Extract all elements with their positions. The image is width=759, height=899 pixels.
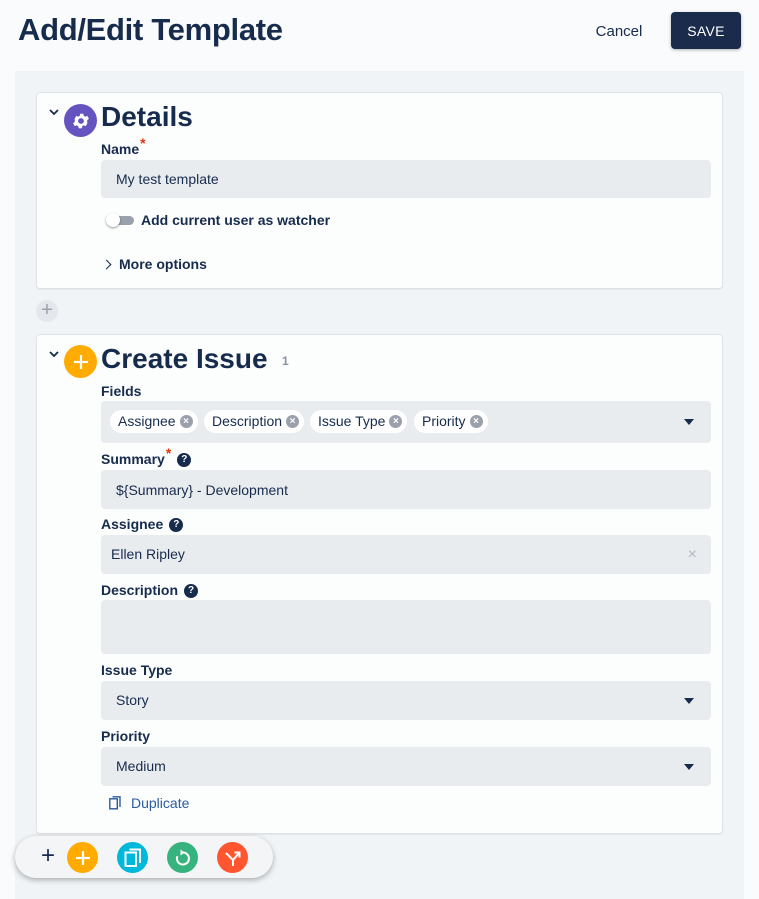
refresh-icon <box>175 849 190 865</box>
chevron-down-icon[interactable] <box>684 697 694 704</box>
branch-step-button[interactable] <box>217 842 248 873</box>
collapse-create-issue-chevron-icon[interactable] <box>47 347 61 361</box>
fields-multiselect[interactable]: Assignee × Description × Issue Type × Prior… <box>101 401 711 443</box>
name-label: Name* <box>101 135 146 157</box>
issue-type-value: Story <box>116 692 149 708</box>
plus-icon <box>75 850 90 865</box>
assignee-value: Ellen Ripley <box>111 546 185 562</box>
gear-icon <box>64 104 97 137</box>
name-field[interactable] <box>101 160 711 198</box>
copy-step-button[interactable] <box>117 842 148 873</box>
chevron-down-icon[interactable] <box>684 763 694 770</box>
more-options-toggle[interactable]: More options <box>101 256 207 272</box>
clear-icon[interactable]: × <box>688 546 697 563</box>
priority-select[interactable]: Medium <box>101 747 711 786</box>
summary-label: Summary*? <box>101 445 192 467</box>
create-issue-title: Create Issue <box>101 343 268 374</box>
collapse-details-chevron-icon[interactable] <box>47 105 61 119</box>
chip-description: Description × <box>204 410 305 433</box>
chevron-right-icon <box>101 259 112 270</box>
add-step-between-button[interactable]: + <box>36 300 58 322</box>
refresh-step-button[interactable] <box>167 842 198 873</box>
name-input[interactable] <box>101 160 711 198</box>
fields-dropdown-icon[interactable] <box>684 419 694 425</box>
top-bar: Add/Edit Template Cancel SAVE <box>0 0 759 64</box>
watcher-toggle[interactable] <box>106 213 134 227</box>
branch-icon <box>224 851 240 866</box>
duplicate-link[interactable]: Duplicate <box>109 795 189 811</box>
chip-assignee: Assignee × <box>110 410 198 433</box>
description-field[interactable] <box>101 600 711 654</box>
remove-chip-icon[interactable]: × <box>469 415 483 428</box>
plus-icon <box>64 345 97 378</box>
priority-label: Priority <box>101 728 151 744</box>
help-icon[interactable]: ? <box>184 584 199 598</box>
toolbar-plus-icon[interactable]: + <box>37 844 59 868</box>
chip-issue-type: Issue Type × <box>310 410 408 433</box>
details-title: Details <box>101 101 193 132</box>
remove-chip-icon[interactable]: × <box>389 415 403 428</box>
step-count: 1 <box>282 354 289 368</box>
floating-toolbar: + <box>15 836 273 878</box>
watcher-label: Add current user as watcher <box>141 212 331 228</box>
save-button[interactable]: SAVE <box>671 12 741 49</box>
copy-icon <box>109 796 121 810</box>
issue-type-label: Issue Type <box>101 662 173 678</box>
remove-chip-icon[interactable]: × <box>286 415 300 428</box>
chip-priority: Priority × <box>414 410 488 433</box>
summary-input[interactable] <box>101 470 711 509</box>
copy-icon <box>124 848 141 867</box>
description-input[interactable] <box>101 600 711 654</box>
summary-field[interactable] <box>101 470 711 509</box>
fields-label: Fields <box>101 383 142 399</box>
assignee-label: Assignee? <box>101 516 184 532</box>
priority-value: Medium <box>116 758 166 774</box>
cancel-button[interactable]: Cancel <box>584 16 654 46</box>
help-icon[interactable]: ? <box>169 518 184 532</box>
issue-type-select[interactable]: Story <box>101 681 711 720</box>
remove-chip-icon[interactable]: × <box>179 415 193 428</box>
description-label: Description? <box>101 582 199 598</box>
page-title: Add/Edit Template <box>18 12 283 47</box>
add-step-button[interactable] <box>67 842 98 873</box>
assignee-field[interactable]: Ellen Ripley × <box>101 535 711 574</box>
help-icon[interactable]: ? <box>177 453 192 467</box>
